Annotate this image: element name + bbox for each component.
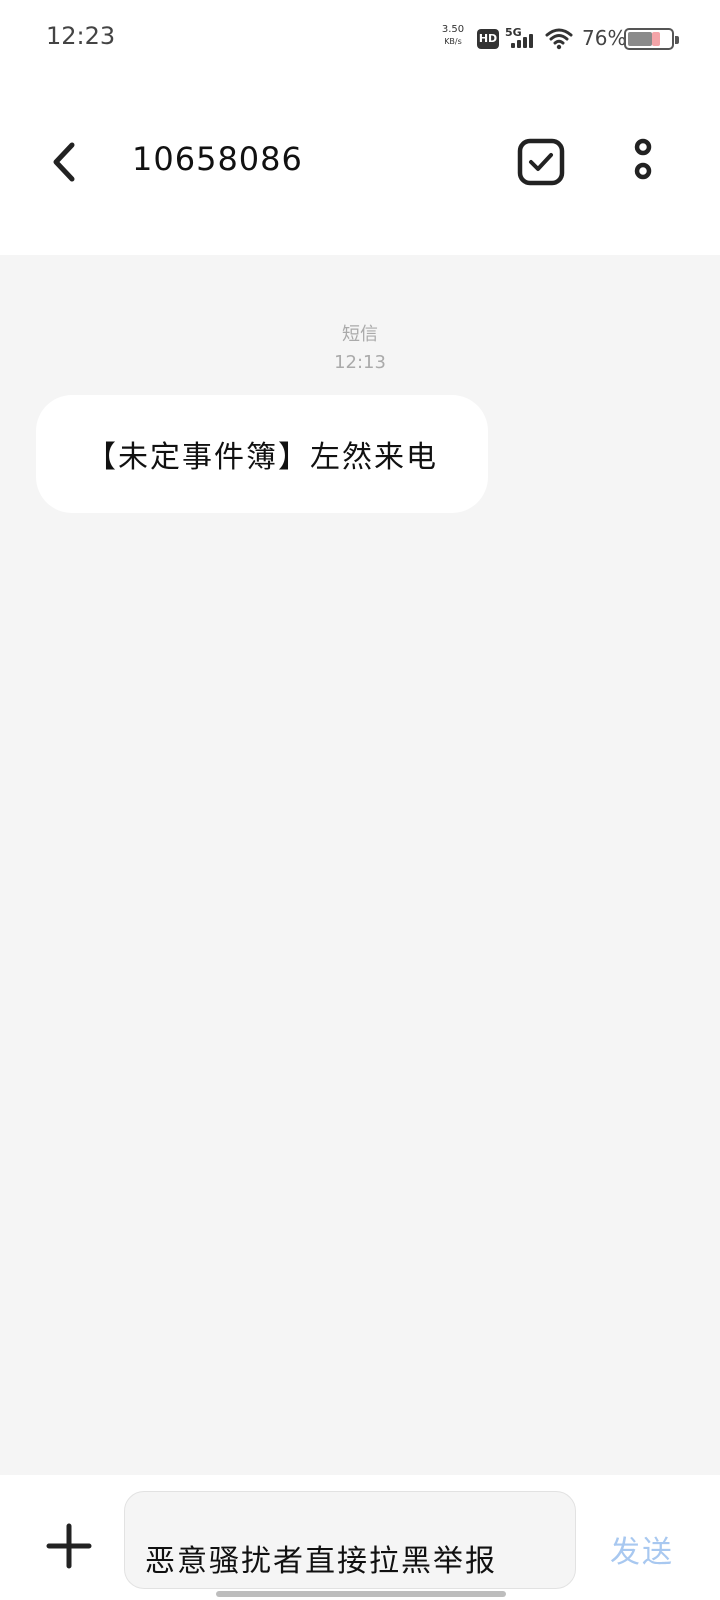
- message-thread[interactable]: 短信 12:13 【未定事件簿】左然来电: [0, 255, 720, 1475]
- battery-percent: 76%: [582, 26, 627, 50]
- signal-icon: 5G: [505, 26, 537, 50]
- message-meta: 短信 12:13: [0, 321, 720, 377]
- message-timestamp: 12:13: [334, 352, 386, 373]
- select-check-icon: [517, 138, 565, 186]
- send-button[interactable]: 发送: [610, 1527, 674, 1571]
- contact-number: 10658086: [132, 140, 303, 178]
- conversation-header: 10658086: [0, 80, 720, 255]
- back-button[interactable]: [44, 135, 88, 189]
- add-attachment-button[interactable]: [46, 1523, 92, 1569]
- back-chevron-icon: [53, 142, 75, 182]
- message-bubble[interactable]: 【未定事件簿】左然来电: [36, 395, 488, 513]
- message-text: 【未定事件簿】左然来电: [86, 440, 438, 475]
- more-vertical-icon: [634, 138, 652, 180]
- battery-icon: [624, 28, 679, 50]
- wifi-icon: [545, 26, 573, 50]
- select-button[interactable]: [516, 137, 566, 187]
- message-type: 短信: [342, 324, 378, 345]
- compose-bar: 恶意骚扰者直接拉黑举报 发送: [0, 1475, 720, 1600]
- message-input[interactable]: 恶意骚扰者直接拉黑举报: [124, 1491, 576, 1589]
- home-indicator[interactable]: [216, 1591, 506, 1597]
- hd-icon: HD: [477, 29, 499, 49]
- network-speed-unit: KB/s: [444, 37, 462, 46]
- network-speed-value: 3.50: [441, 24, 465, 35]
- more-options-button[interactable]: [626, 137, 660, 189]
- status-bar: 12:23 3.50 KB/s HD 5G 76%: [0, 0, 720, 80]
- network-type: 5G: [505, 26, 522, 39]
- status-time: 12:23: [46, 22, 116, 50]
- plus-icon: [46, 1523, 92, 1569]
- network-speed: 3.50 KB/s: [440, 24, 466, 48]
